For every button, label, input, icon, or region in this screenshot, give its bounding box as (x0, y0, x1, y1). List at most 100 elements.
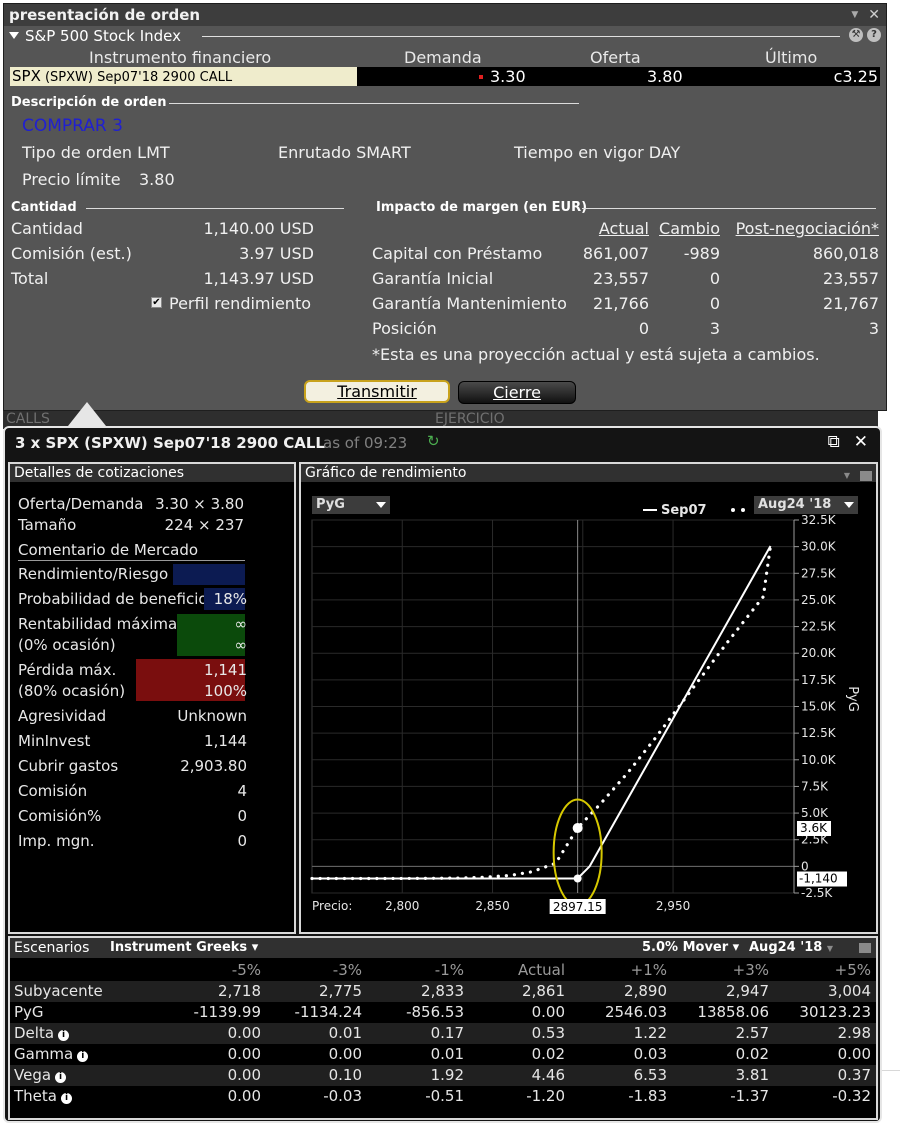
transmit-button[interactable]: Transmitir (304, 380, 450, 403)
y-tick-label: 25.0K (801, 593, 837, 607)
scenario-row-gamma: Gamma i 0.00 0.00 0.01 0.02 0.03 0.02 0.00 (10, 1044, 876, 1065)
performance-window: 3 x SPX (SPXW) Sep07'18 2900 CALL as of … (3, 426, 882, 1123)
margin-row-post: 23,557 (823, 269, 879, 288)
scenario-row-subyacente: Subyacente 2,718 2,775 2,833 2,861 2,890 2,947… (10, 981, 876, 1002)
details-row-value: 0 (237, 832, 247, 850)
limit-price-label: Precio límite (22, 170, 121, 189)
details-panel-title: Detalles de cotizaciones (14, 465, 185, 481)
details-row-value: 0 (237, 807, 247, 825)
scenario-cell: 2,861 (522, 982, 565, 1000)
max-profit-value: ∞ (234, 615, 248, 633)
x-tick-label: 2,800 (385, 899, 419, 913)
scenario-cell: -1.20 (526, 1087, 565, 1105)
quantity-divider (86, 208, 344, 209)
profit-probability-value: 18% (213, 590, 247, 608)
minimize-icon[interactable] (860, 471, 872, 481)
scenario-cell: 0.00 (837, 1045, 871, 1063)
info-icon[interactable]: i (58, 1030, 70, 1041)
scenario-row-label: Subyacente (14, 982, 103, 1000)
margin-row-label: Posición (372, 319, 437, 338)
y-tick-label: 22.5K (801, 620, 837, 634)
scenario-row-theta: Theta i 0.00 -0.03 -0.51 -1.20 -1.83 -1.37 -0.32 (10, 1086, 876, 1107)
as-of-time: as of 09:23 (323, 434, 408, 452)
scenarios-minimize-icon[interactable] (859, 943, 871, 953)
scenario-row-pyg: PyG -1139.99 -1134.24 -856.53 0.00 2546.03 138… (10, 1002, 876, 1023)
info-icon[interactable]: i (55, 1072, 67, 1083)
chart-menu-icon[interactable]: ▼ (844, 467, 850, 485)
popup-pointer (68, 402, 106, 426)
order-tif: Tiempo en vigor DAY (514, 143, 681, 162)
y-tick-label: 12.5K (801, 726, 837, 740)
subbar-divider (202, 36, 840, 37)
instrument-subtitle: S&P 500 Stock Index (25, 26, 182, 45)
background-calls-label: CALLS (6, 411, 50, 427)
y-tick-label: 10.0K (801, 753, 837, 767)
margin-row-change: -989 (683, 244, 720, 263)
details-row-value: 4 (237, 782, 247, 800)
details-row-label: Cubrir gastos (18, 757, 119, 775)
margin-row-label: Capital con Préstamo (372, 244, 543, 263)
scenario-cell: 0.01 (430, 1045, 464, 1063)
legend-solid-label: Sep07 (661, 503, 707, 518)
margin-row-change: 0 (709, 269, 720, 288)
scenario-column-header: +5% (834, 961, 871, 979)
quote-row[interactable]: SPX (SPXW) Sep07'18 2900 CALL 3.30 3.80 … (10, 67, 880, 86)
x-tick-label: 2,850 (475, 899, 509, 913)
total-label: Total (11, 269, 49, 288)
pl-chart[interactable]: -2.5K02.5K5.0K7.5K10.0K12.5K15.0K17.5K20… (301, 496, 876, 932)
scenario-cell: 2,947 (726, 982, 769, 1000)
close-button[interactable]: Cierre (458, 381, 576, 404)
background-exercise-label: EJERCICIO (435, 411, 505, 427)
max-profit-label: Rentabilidad máxima (18, 615, 178, 633)
quantity-value: 1,140.00 USD (203, 219, 314, 238)
scenario-cell: 2,890 (624, 982, 667, 1000)
bid-tick-indicator (479, 75, 483, 79)
order-titlebar: presentación de orden ▼ ✕ (4, 4, 886, 26)
scenario-cell: -0.32 (832, 1087, 871, 1105)
scenario-date-value: Aug24 '18 (749, 940, 823, 955)
refresh-icon[interactable]: ↻ (427, 432, 440, 450)
mover-dropdown-value: 5.0% Mover (642, 940, 729, 955)
chart-panel-header: Gráfico de rendimiento ▼ (301, 464, 876, 482)
mover-dropdown[interactable]: 5.0% Mover ▾ (642, 938, 739, 958)
scenario-cell: 0.01 (328, 1024, 362, 1042)
collapse-triangle-icon[interactable] (9, 32, 19, 39)
help-icon[interactable]: ? (867, 28, 881, 42)
margin-header-change: Cambio (659, 219, 720, 238)
scenario-column-header: -1% (434, 961, 464, 979)
y-tick-label: -2.5K (801, 886, 833, 900)
info-icon[interactable]: i (60, 1093, 72, 1104)
max-loss-value: 1,141 (204, 661, 247, 679)
value-flag-lower-text: -1,140 (799, 872, 838, 886)
scenario-cell: 2.98 (837, 1024, 871, 1042)
order-type: Tipo de orden LMT (22, 143, 170, 162)
info-icon[interactable]: i (77, 1051, 89, 1062)
profile-checkbox-label[interactable]: Perfil rendimiento (169, 294, 311, 313)
scenario-cell: 0.02 (531, 1045, 565, 1063)
scenario-cell: 0.17 (430, 1024, 464, 1042)
greeks-dropdown[interactable]: Instrument Greeks ▾ (110, 938, 258, 958)
titlebar-menu-icon[interactable]: ▼ (851, 10, 858, 20)
y-tick-label: 5.0K (801, 806, 829, 820)
scenario-cell: 0.02 (735, 1045, 769, 1063)
size-value: 224 × 237 (164, 516, 244, 534)
details-row-label: Imp. mgn. (18, 832, 95, 850)
scenario-date-dropdown[interactable]: Aug24 '18 ▼ (749, 938, 833, 959)
instrument-subbar: S&P 500 Stock Index ⚒ ? (4, 26, 886, 45)
scenario-row-label: Theta i (14, 1087, 72, 1105)
profile-checkbox[interactable]: ✔ (151, 297, 162, 308)
margin-row-post: 21,767 (823, 294, 879, 313)
close-icon[interactable]: ✕ (854, 432, 868, 452)
scenario-cell: 3.81 (735, 1066, 769, 1084)
popout-icon[interactable]: ⧉ (828, 432, 840, 452)
scenario-row-label: Delta i (14, 1024, 70, 1042)
wrench-icon[interactable]: ⚒ (849, 28, 863, 42)
quote-instrument-main: SPX (12, 67, 41, 85)
titlebar-close-icon[interactable]: ✕ (868, 7, 880, 23)
y-tick-label: 15.0K (801, 700, 837, 714)
scenario-cell: 0.10 (328, 1066, 362, 1084)
scenario-column-header: -5% (231, 961, 261, 979)
close-button-label: Cierre (493, 383, 541, 402)
risk-reward-bar (173, 564, 245, 585)
description-divider (169, 103, 579, 104)
